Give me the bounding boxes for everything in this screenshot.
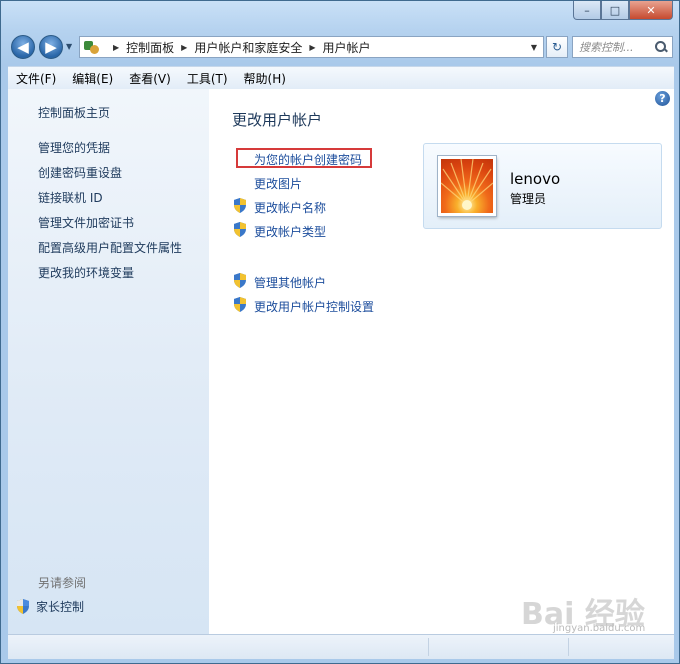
task-change-picture[interactable]: 更改图片	[254, 175, 302, 192]
user-account-card: lenovo 管理员	[423, 143, 662, 229]
shield-icon	[234, 198, 246, 213]
sidebar-control-panel-home[interactable]: 控制面板主页	[38, 104, 110, 121]
page-title: 更改用户帐户	[232, 111, 323, 129]
address-dropdown-icon[interactable]: ▼	[531, 43, 537, 52]
status-bar	[8, 634, 674, 659]
sidebar-manage-encryption-certificates[interactable]: 管理文件加密证书	[38, 214, 134, 231]
breadcrumb-user-accounts[interactable]: 用户帐户	[323, 39, 371, 56]
recent-pages-dropdown[interactable]: ▼	[66, 42, 72, 51]
shield-icon	[234, 297, 246, 312]
task-change-account-type[interactable]: 更改帐户类型	[254, 223, 326, 240]
user-role: 管理员	[510, 192, 547, 206]
shield-icon	[234, 273, 246, 288]
navigation-bar: ◀ ▶ ▼ ▶ 控制面板 ▶ 用户帐户和家庭安全 ▶ 用户帐户 ▼ ↻ 搜索控制…	[9, 33, 673, 61]
task-change-uac-settings[interactable]: 更改用户帐户控制设置	[254, 298, 374, 315]
sidebar-parental-controls[interactable]: 家长控制	[16, 598, 84, 615]
shield-icon	[17, 599, 29, 614]
search-box[interactable]: 搜索控制...	[572, 36, 673, 58]
maximize-button[interactable]: □	[601, 1, 629, 20]
control-panel-window: – □ ✕ ◀ ▶ ▼ ▶ 控制面板 ▶ 用户帐户和家庭安全 ▶ 用户帐户 ▼ …	[0, 0, 680, 664]
search-input[interactable]: 搜索控制...	[579, 39, 654, 55]
flower-icon	[441, 159, 493, 210]
minimize-button[interactable]: –	[573, 1, 601, 20]
status-divider	[568, 638, 569, 656]
user-name: lenovo	[510, 170, 561, 188]
task-create-password[interactable]: 为您的帐户创建密码	[254, 151, 362, 168]
main-panel: ? 更改用户帐户 为您的帐户创建密码 更改图片 更改帐户名称 更改帐户类型 管理…	[209, 89, 674, 634]
sidebar-change-environment-variables[interactable]: 更改我的环境变量	[38, 264, 134, 281]
sidebar: 控制面板主页 管理您的凭据 创建密码重设盘 链接联机 ID 管理文件加密证书 配…	[8, 89, 209, 634]
see-also-heading: 另请参阅	[38, 576, 87, 590]
task-change-account-name[interactable]: 更改帐户名称	[254, 199, 326, 216]
address-bar[interactable]: ▶ 控制面板 ▶ 用户帐户和家庭安全 ▶ 用户帐户 ▼	[79, 36, 544, 58]
control-panel-icon	[84, 39, 100, 55]
menu-bar: 文件(F) 编辑(E) 查看(V) 工具(T) 帮助(H)	[8, 66, 674, 90]
refresh-button[interactable]: ↻	[546, 36, 568, 58]
status-divider	[428, 638, 429, 656]
help-icon[interactable]: ?	[655, 91, 670, 106]
back-button[interactable]: ◀	[11, 35, 35, 59]
close-button[interactable]: ✕	[629, 1, 673, 20]
sidebar-advanced-profile-properties[interactable]: 配置高级用户配置文件属性	[38, 239, 182, 256]
shield-icon	[234, 222, 246, 237]
forward-button[interactable]: ▶	[39, 35, 63, 59]
menu-tools[interactable]: 工具(T)	[179, 70, 236, 87]
user-avatar-flower-image[interactable]	[438, 156, 496, 216]
sidebar-manage-credentials[interactable]: 管理您的凭据	[38, 139, 110, 156]
breadcrumb-chevron-icon[interactable]: ▶	[113, 43, 119, 52]
menu-file[interactable]: 文件(F)	[8, 70, 64, 87]
content-area: 控制面板主页 管理您的凭据 创建密码重设盘 链接联机 ID 管理文件加密证书 配…	[8, 89, 674, 634]
menu-help[interactable]: 帮助(H)	[236, 70, 294, 87]
caption-buttons: – □ ✕	[573, 1, 673, 20]
breadcrumb-chevron-icon[interactable]: ▶	[309, 43, 315, 52]
breadcrumb-user-accounts-family-safety[interactable]: 用户帐户和家庭安全	[194, 39, 302, 56]
baidu-watermark-url: jingyan.baidu.com	[553, 623, 646, 634]
menu-view[interactable]: 查看(V)	[121, 70, 179, 87]
sidebar-link-online-id[interactable]: 链接联机 ID	[38, 189, 103, 206]
breadcrumb-control-panel[interactable]: 控制面板	[126, 39, 174, 56]
parental-controls-label[interactable]: 家长控制	[36, 598, 84, 615]
sidebar-create-password-reset-disk[interactable]: 创建密码重设盘	[38, 164, 122, 181]
breadcrumb-chevron-icon[interactable]: ▶	[181, 43, 187, 52]
search-icon[interactable]	[654, 40, 668, 54]
task-manage-other-accounts[interactable]: 管理其他帐户	[254, 274, 326, 291]
menu-edit[interactable]: 编辑(E)	[64, 70, 121, 87]
